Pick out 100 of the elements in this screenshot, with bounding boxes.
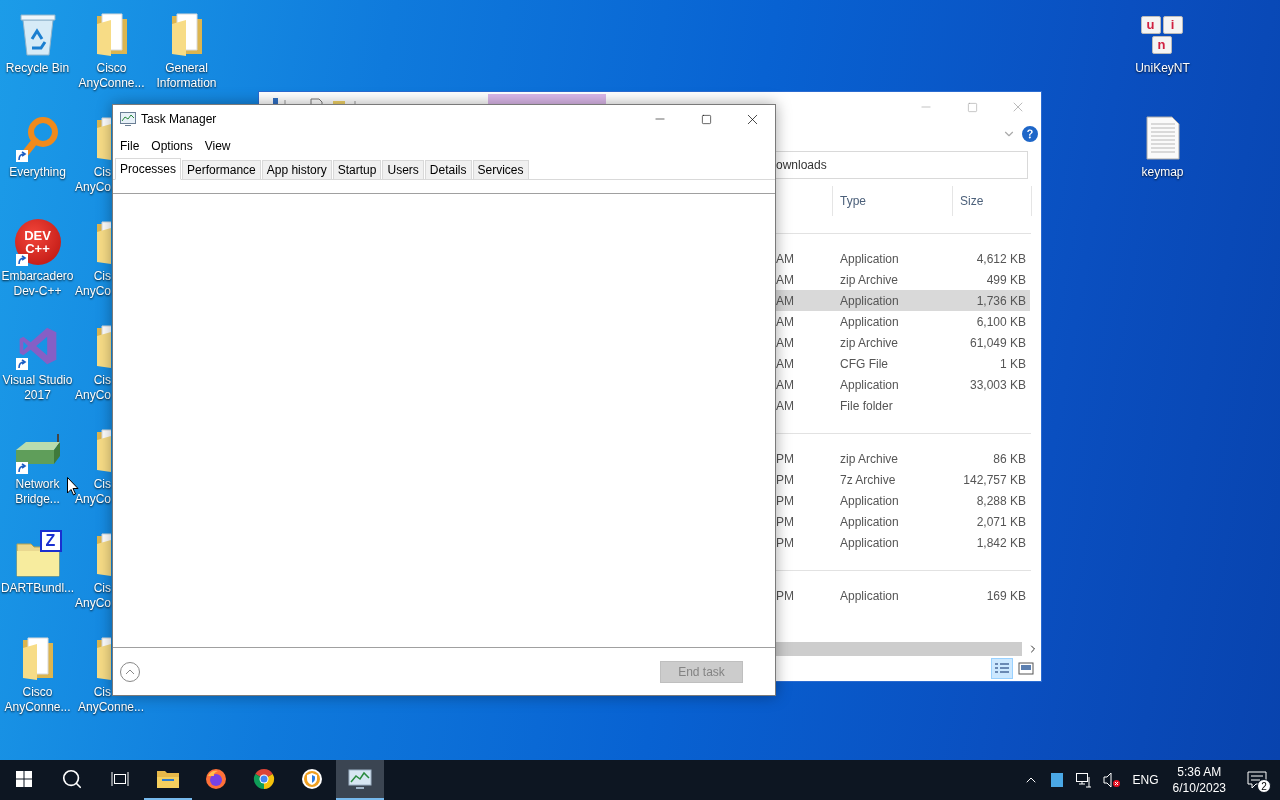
table-cell-text: File folder <box>839 398 894 413</box>
search-icon <box>61 768 83 790</box>
tab[interactable]: Users <box>382 160 424 180</box>
mouse-pointer-icon <box>67 477 79 496</box>
table-cell-text: zip Archive <box>839 335 900 350</box>
table-cell-text: Application <box>839 493 900 508</box>
table-cell-text: PM <box>776 472 795 487</box>
table-cell-text: 499 KB <box>985 272 1027 287</box>
maximize-icon <box>700 113 712 125</box>
file-row[interactable]: AM Application 33,003 KB <box>776 374 1030 395</box>
folder-icon <box>94 12 129 56</box>
file-row[interactable]: AM Application 4,612 KB <box>776 248 1030 269</box>
network-icon <box>1074 772 1091 788</box>
file-row[interactable]: AM Application 6,100 KB <box>776 311 1030 332</box>
table-cell-text: zip Archive <box>839 451 900 466</box>
folder-icon <box>20 636 55 680</box>
document-icon <box>1145 116 1180 160</box>
monitor-chart-icon <box>348 769 372 789</box>
icon-label[interactable]: Cis <box>74 685 111 700</box>
table-cell-text: Application <box>839 535 900 550</box>
taskbar-button[interactable] <box>336 760 384 800</box>
app-logo: DEV C++ <box>14 219 61 265</box>
icon-label[interactable]: General Information <box>149 61 224 91</box>
icon-label[interactable]: keymap <box>1141 165 1184 180</box>
icon-label[interactable]: AnyConne... <box>74 700 148 715</box>
tab[interactable]: App history <box>261 160 332 180</box>
file-row[interactable]: AM zip Archive 61,049 KB <box>776 332 1030 353</box>
clock-button[interactable]: 5:36 AM 6/10/2023 <box>1164 760 1234 800</box>
tab[interactable]: Services <box>472 160 529 180</box>
table-cell-text: 6,100 KB <box>975 314 1027 329</box>
table-cell-text: PM <box>776 514 795 529</box>
browser-icon <box>205 768 227 790</box>
language-indicator[interactable]: ENG <box>1126 760 1165 800</box>
tab[interactable]: Details <box>424 160 472 180</box>
table-cell-text: 33,003 KB <box>968 377 1027 392</box>
file-row[interactable]: PM Application 8,288 KB <box>776 490 1030 511</box>
file-row[interactable]: AM Application 1,736 KB <box>776 290 1030 311</box>
menu-item[interactable]: File <box>114 136 146 156</box>
table-cell-text: Application <box>839 514 900 529</box>
tray-app-icon <box>1050 773 1063 787</box>
task-view-icon <box>111 771 129 787</box>
file-row[interactable]: PM 7z Archive 142,757 KB <box>776 469 1030 490</box>
file-row[interactable]: AM zip Archive 499 KB <box>776 269 1030 290</box>
table-cell-text: 1,736 KB <box>975 293 1027 308</box>
table-cell-text: PM <box>776 451 795 466</box>
muted-speaker-icon <box>1102 772 1121 788</box>
large-icons-view-icon <box>1018 662 1034 675</box>
fewer-details-button[interactable] <box>119 660 141 683</box>
view-button[interactable] <box>991 658 1013 679</box>
icon-label[interactable]: AnyCo <box>74 596 111 611</box>
tab[interactable]: Startup <box>332 160 382 180</box>
help-icon[interactable] <box>1022 126 1038 142</box>
table-cell-text: 169 KB <box>985 588 1027 603</box>
table-cell-text: AM <box>776 314 795 329</box>
maximize-icon <box>966 101 978 113</box>
menu-item[interactable]: View <box>198 136 237 156</box>
tab[interactable]: Processes <box>115 158 182 180</box>
table-cell-text: 4,612 KB <box>975 251 1027 266</box>
file-row[interactable]: AM File folder <box>776 395 1030 416</box>
table-cell-text: AM <box>776 335 795 350</box>
table-cell-text: 8,288 KB <box>975 493 1027 508</box>
file-row[interactable]: PM zip Archive 86 KB <box>776 448 1030 469</box>
table-cell-text: AM <box>776 293 795 308</box>
table-cell-text: AM <box>776 356 795 371</box>
table-cell-text: Application <box>839 251 900 266</box>
icon-label[interactable]: UniKeyNT <box>1135 61 1190 76</box>
table-cell-text: 61,049 KB <box>968 335 1027 350</box>
table-cell-text: AM <box>776 398 795 413</box>
file-row[interactable]: PM Application 169 KB <box>776 585 1030 606</box>
monitor-chart-icon <box>120 112 136 126</box>
details-view-icon <box>994 661 1010 676</box>
notification-icon <box>1247 771 1267 789</box>
table-cell-text: 86 KB <box>992 451 1027 466</box>
table-cell-text: 1 KB <box>999 356 1027 371</box>
recycle-bin-icon <box>17 11 58 57</box>
icon-label[interactable]: AnyCo <box>74 492 111 507</box>
window-title: Task Manager <box>141 112 217 126</box>
file-row[interactable]: PM Application 2,071 KB <box>776 511 1030 532</box>
file-row[interactable]: PM Application 1,842 KB <box>776 532 1030 553</box>
action-center-button[interactable]: 2 <box>1234 760 1280 800</box>
tab[interactable]: Performance <box>182 160 261 180</box>
column-header[interactable]: Type <box>833 186 953 216</box>
file-row[interactable]: AM CFG File 1 KB <box>776 353 1030 374</box>
table-cell-text: Application <box>839 293 900 308</box>
table-cell-text: Application <box>839 314 900 329</box>
table-cell-text: Application <box>839 377 900 392</box>
icon-label[interactable]: Cis <box>74 373 111 388</box>
icon-label[interactable]: Cis <box>74 581 111 596</box>
address-field[interactable]: ownloads <box>776 151 1028 179</box>
menu-item[interactable]: Options <box>145 136 199 156</box>
table-cell-text: 1,842 KB <box>975 535 1027 550</box>
windows-logo-icon <box>16 771 32 787</box>
table-cell-text: 2,071 KB <box>975 514 1027 529</box>
keyboard-key: u <box>1140 16 1161 34</box>
column-header[interactable]: Size <box>953 186 1032 216</box>
notification-count: 2 <box>1257 779 1271 793</box>
letter-badge: Z <box>39 530 62 552</box>
table-cell-text: Application <box>839 588 900 603</box>
table-cell-text: CFG File <box>839 356 889 371</box>
folder-icon <box>169 12 204 56</box>
